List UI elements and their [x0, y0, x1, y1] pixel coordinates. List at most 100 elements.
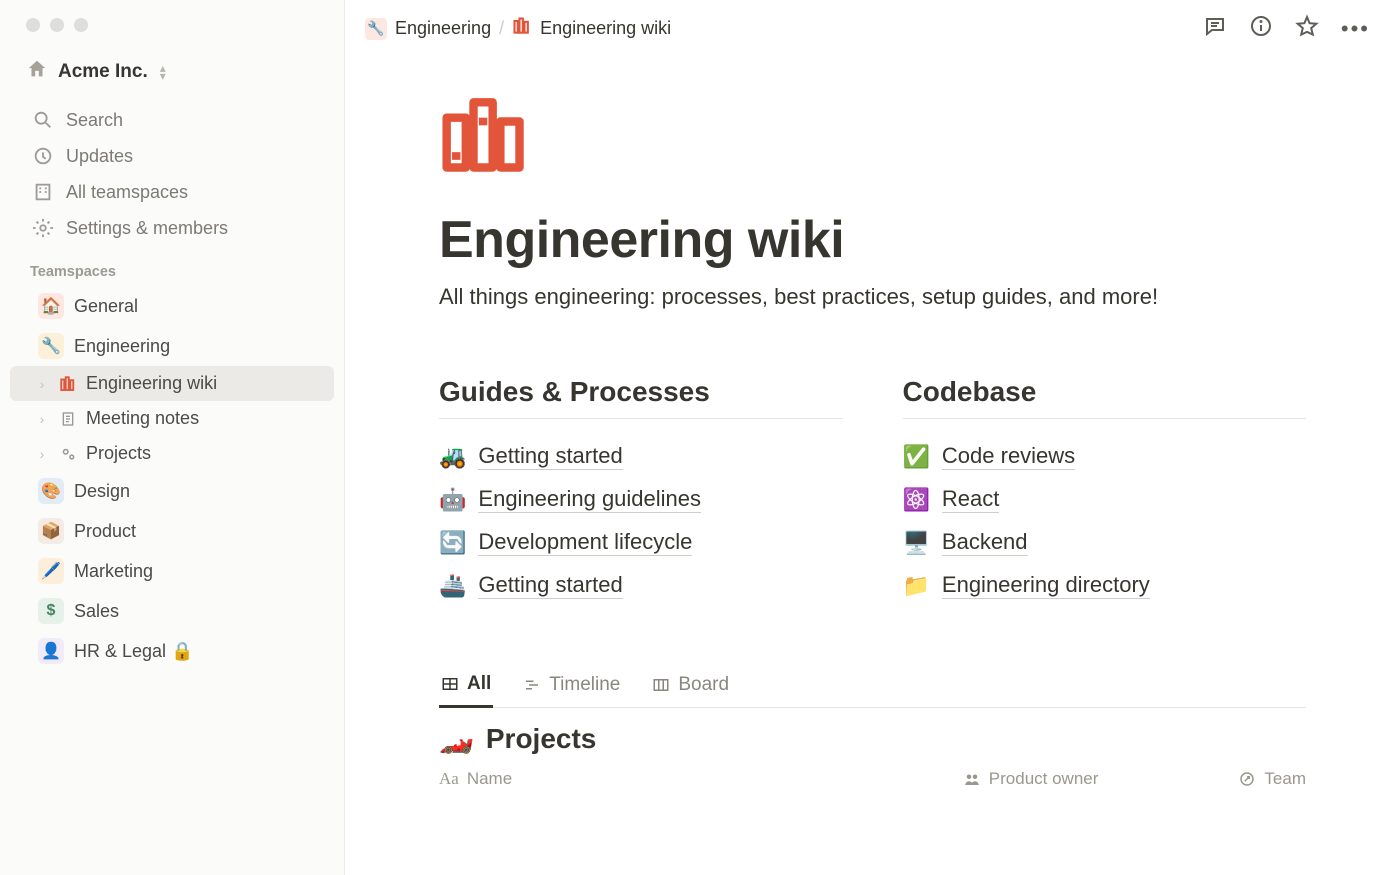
db-column-name[interactable]: Aa Name — [439, 769, 512, 789]
folder-icon: 📁 — [903, 573, 930, 599]
column-heading[interactable]: Guides & Processes — [439, 376, 843, 419]
wrench-icon: 🔧 — [38, 333, 64, 359]
page-link[interactable]: 🚜 Getting started — [439, 435, 843, 478]
teamspace-label: Marketing — [74, 561, 153, 582]
page-subtitle[interactable]: All things engineering: processes, best … — [439, 284, 1306, 310]
breadcrumb: 🔧 Engineering / Engineering wiki — [365, 16, 671, 41]
page-link[interactable]: 📁 Engineering directory — [903, 564, 1307, 607]
teamspace-label: Design — [74, 481, 130, 502]
timeline-icon — [523, 676, 541, 694]
sidebar-updates[interactable]: Updates — [24, 138, 334, 174]
teamspace-label: Product — [74, 521, 136, 542]
workspace-switcher[interactable]: Acme Inc. ▴▾ — [0, 52, 344, 96]
page-meeting-notes[interactable]: › Meeting notes — [10, 401, 334, 436]
comments-button[interactable] — [1203, 14, 1227, 43]
breadcrumb-page-label: Engineering wiki — [540, 18, 671, 39]
db-column-product-owner[interactable]: Product owner — [963, 769, 1099, 789]
people-icon — [963, 770, 981, 788]
text-type-icon: Aa — [439, 769, 459, 789]
sidebar-updates-label: Updates — [66, 146, 133, 167]
sidebar-settings[interactable]: Settings & members — [24, 210, 334, 246]
relation-icon — [1238, 770, 1256, 788]
chevron-updown-icon: ▴▾ — [160, 64, 166, 80]
page-link-label: Backend — [942, 529, 1028, 556]
page-title[interactable]: Engineering wiki — [439, 210, 1306, 270]
teamspace-general[interactable]: 🏠 General — [10, 286, 334, 326]
teamspace-label: Engineering — [74, 336, 170, 357]
top-actions: ••• — [1203, 14, 1370, 43]
table-icon — [441, 675, 459, 693]
view-tab-timeline[interactable]: Timeline — [521, 664, 622, 706]
teamspace-marketing[interactable]: 🖊️ Marketing — [10, 551, 334, 591]
view-tab-board[interactable]: Board — [650, 664, 731, 706]
column-heading[interactable]: Codebase — [903, 376, 1307, 419]
page-link[interactable]: 🚢Getting started — [439, 564, 843, 607]
page-link-label: React — [942, 486, 999, 513]
info-button[interactable] — [1249, 14, 1273, 43]
page-link-label: Engineering directory — [942, 572, 1150, 599]
teamspace-design[interactable]: 🎨 Design — [10, 471, 334, 511]
page-body: Engineering wiki All things engineering:… — [345, 53, 1400, 875]
page-engineering-wiki[interactable]: › Engineering wiki — [10, 366, 334, 401]
building-icon — [32, 181, 54, 203]
teamspace-sales[interactable]: $ Sales — [10, 591, 334, 631]
teamspace-label: General — [74, 296, 138, 317]
teamspaces-heading: Teamspaces — [0, 250, 344, 286]
tab-label: Timeline — [549, 674, 620, 696]
breadcrumb-separator: / — [499, 18, 504, 39]
view-tab-all[interactable]: All — [439, 663, 493, 708]
cycle-icon: 🔄 — [439, 530, 466, 556]
page-link-label: Code reviews — [942, 443, 1075, 470]
teamspace-label: HR & Legal 🔒 — [74, 641, 193, 662]
database-title[interactable]: 🏎️ Projects — [439, 722, 1306, 755]
search-icon — [32, 109, 54, 131]
window-max-icon[interactable] — [74, 18, 88, 32]
page-link-label: Getting started — [478, 572, 622, 599]
dollar-icon: $ — [38, 598, 64, 624]
tractor-icon: 🚜 — [439, 444, 466, 470]
books-icon — [512, 16, 532, 41]
db-column-label: Name — [467, 769, 512, 789]
gear-icon — [32, 217, 54, 239]
db-column-label: Team — [1264, 769, 1306, 789]
page-link[interactable]: ✅ Code reviews — [903, 435, 1307, 478]
chevron-right-icon[interactable]: › — [34, 376, 50, 392]
main-content: 🔧 Engineering / Engineering wiki — [345, 0, 1400, 875]
page-label: Meeting notes — [86, 408, 199, 429]
sidebar-all-teamspaces-label: All teamspaces — [66, 182, 188, 203]
sidebar-all-teamspaces[interactable]: All teamspaces — [24, 174, 334, 210]
topbar: 🔧 Engineering / Engineering wiki — [345, 0, 1400, 53]
window-close-icon[interactable] — [26, 18, 40, 32]
wrench-icon: 🔧 — [365, 18, 387, 40]
page-link[interactable]: ⚛️ React — [903, 478, 1307, 521]
sidebar-search[interactable]: Search — [24, 102, 334, 138]
breadcrumb-root[interactable]: 🔧 Engineering — [365, 18, 491, 40]
page-label: Projects — [86, 443, 151, 464]
favorite-button[interactable] — [1295, 14, 1319, 43]
more-button[interactable]: ••• — [1341, 16, 1370, 42]
db-column-team[interactable]: Team — [1238, 769, 1306, 789]
check-icon: ✅ — [903, 444, 930, 470]
sidebar: Acme Inc. ▴▾ Search Updates All teamspac… — [0, 0, 345, 875]
page-link-label: Development lifecycle — [478, 529, 692, 556]
page-link-label: Engineering guidelines — [478, 486, 701, 513]
workspace-name: Acme Inc. — [58, 61, 148, 83]
page-link[interactable]: 🖥️Backend — [903, 521, 1307, 564]
package-icon: 📦 — [38, 518, 64, 544]
page-projects[interactable]: › Projects — [10, 436, 334, 471]
chevron-right-icon[interactable]: › — [34, 446, 50, 462]
page-link[interactable]: 🔄 Development lifecycle — [439, 521, 843, 564]
teamspace-engineering[interactable]: 🔧 Engineering — [10, 326, 334, 366]
sidebar-search-label: Search — [66, 110, 123, 131]
window-min-icon[interactable] — [50, 18, 64, 32]
gears-icon — [58, 445, 78, 463]
page-link[interactable]: 🤖Engineering guidelines — [439, 478, 843, 521]
teamspace-product[interactable]: 📦 Product — [10, 511, 334, 551]
atom-icon: ⚛️ — [903, 487, 930, 513]
teamspace-hr-legal[interactable]: 👤 HR & Legal 🔒 — [10, 631, 334, 671]
page-icon[interactable] — [439, 87, 1306, 192]
tab-label: All — [467, 673, 491, 695]
chevron-right-icon[interactable]: › — [34, 411, 50, 427]
breadcrumb-page[interactable]: Engineering wiki — [512, 16, 671, 41]
page-link-label: Getting started — [478, 443, 622, 470]
